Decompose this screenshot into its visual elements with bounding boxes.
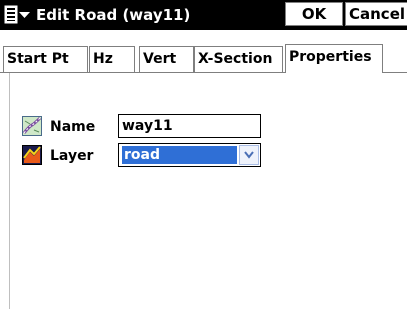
layer-label: Layer — [50, 148, 94, 164]
tab-x-section[interactable]: X-Section — [194, 46, 283, 72]
layer-icon — [22, 145, 42, 165]
name-field[interactable]: way11 — [118, 114, 261, 138]
name-label: Name — [50, 119, 96, 135]
left-border — [9, 73, 10, 309]
active-tab-gap — [286, 72, 382, 73]
tab-properties[interactable]: Properties — [285, 44, 383, 72]
cancel-button[interactable]: Cancel — [345, 2, 407, 26]
ok-button[interactable]: OK — [285, 2, 343, 26]
menu-dropdown-icon[interactable] — [4, 4, 32, 26]
window-title: Edit Road (way11) — [36, 6, 191, 24]
layer-selected-value: road — [122, 146, 237, 164]
road-map-icon — [22, 116, 42, 136]
title-bar: Edit Road (way11) OK Cancel — [0, 0, 407, 30]
tab-strip: Start Pt Hz Vert X-Section Properties — [0, 30, 407, 72]
dropdown-button[interactable] — [239, 145, 259, 165]
tab-start-pt[interactable]: Start Pt — [3, 46, 88, 72]
tab-vert[interactable]: Vert — [139, 46, 194, 72]
layer-dropdown[interactable]: road — [118, 143, 261, 167]
tab-hz[interactable]: Hz — [89, 46, 135, 72]
